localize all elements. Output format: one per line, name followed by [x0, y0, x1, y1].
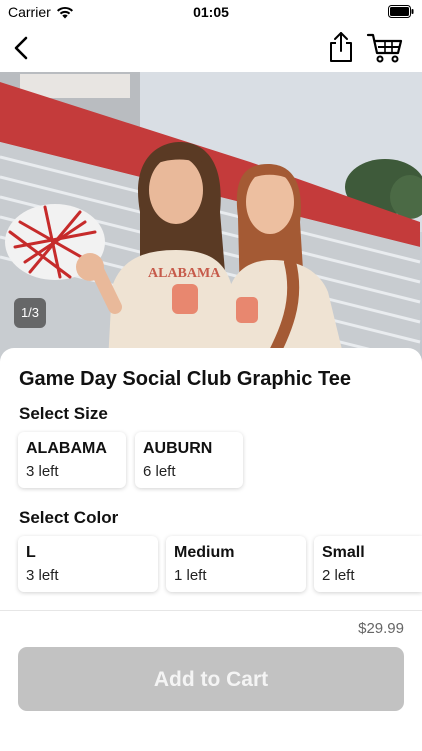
product-details-sheet: Game Day Social Club Graphic Tee Select … — [0, 348, 422, 610]
size-option-name: AUBURN — [143, 440, 213, 457]
color-option-medium[interactable]: Medium 1 left — [166, 536, 306, 592]
color-heading: Select Color — [19, 508, 119, 527]
size-option-alabama[interactable]: ALABAMA 3 left — [18, 432, 126, 488]
size-option-auburn[interactable]: AUBURN 6 left — [135, 432, 243, 488]
color-option-name: Small — [322, 544, 365, 561]
color-option-stock: 3 left — [26, 567, 59, 584]
color-option-stock: 2 left — [322, 567, 355, 584]
size-option-stock: 3 left — [26, 463, 59, 480]
add-to-cart-button[interactable]: Add to Cart — [18, 647, 404, 711]
share-icon[interactable] — [326, 30, 356, 64]
size-option-stock: 6 left — [143, 463, 176, 480]
chevron-left-icon[interactable] — [8, 34, 36, 62]
product-title: Game Day Social Club Graphic Tee — [19, 368, 351, 390]
product-photo: ALABAMA — [0, 72, 422, 362]
svg-text:ALABAMA: ALABAMA — [148, 266, 221, 281]
color-option-name: Medium — [174, 544, 235, 561]
size-heading: Select Size — [19, 404, 108, 423]
product-image[interactable]: ALABAMA 1/3 — [0, 72, 422, 362]
navigation-bar — [0, 24, 422, 72]
purchase-bar: $29.99 Add to Cart — [0, 610, 422, 751]
color-option-l[interactable]: L 3 left — [18, 536, 158, 592]
battery-icon — [388, 5, 414, 18]
color-option-stock: 1 left — [174, 567, 207, 584]
clock: 01:05 — [193, 4, 229, 20]
image-counter: 1/3 — [14, 298, 46, 328]
price-label: $29.99 — [358, 620, 404, 637]
cart-icon[interactable] — [366, 32, 404, 64]
color-option-name: L — [26, 544, 36, 561]
color-option-small[interactable]: Small 2 left — [314, 536, 422, 592]
status-bar: Carrier 01:05 — [0, 0, 422, 24]
size-option-name: ALABAMA — [26, 440, 107, 457]
